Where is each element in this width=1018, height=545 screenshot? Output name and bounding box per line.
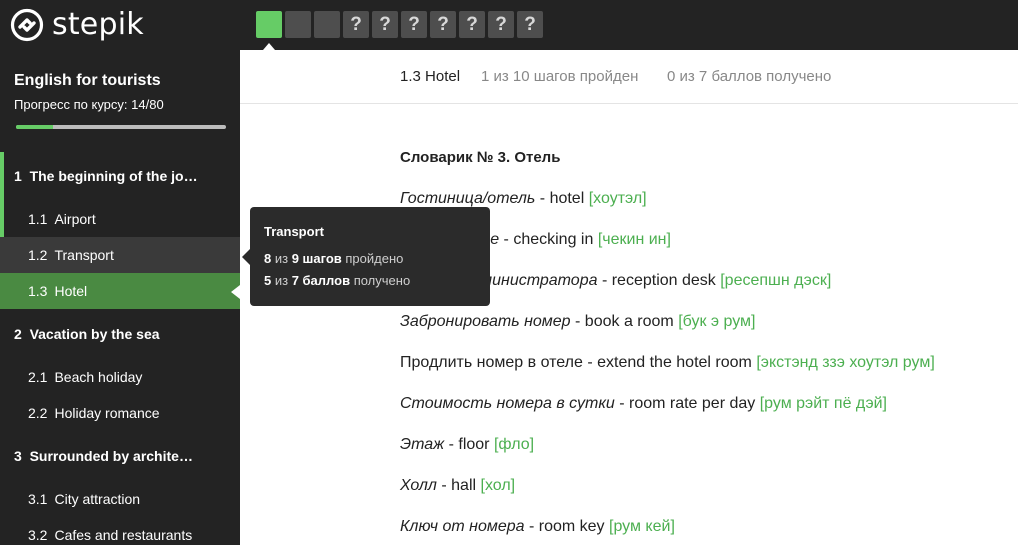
step-10-quiz[interactable]: ? <box>517 11 543 38</box>
step-7-quiz[interactable]: ? <box>430 11 456 38</box>
step-8-quiz[interactable]: ? <box>459 11 485 38</box>
transcription: [бук э рум] <box>678 313 756 330</box>
transcription: [фло] <box>493 436 535 453</box>
vocabulary-item: Холл - hall [хол] <box>400 476 1000 517</box>
course-progress-bar <box>16 125 226 129</box>
english-term: - hall <box>436 477 481 494</box>
transcription: [ресепшн дэск] <box>720 272 832 289</box>
step-2[interactable] <box>285 11 311 38</box>
lesson-transport[interactable]: 1.2 Transport <box>0 237 240 273</box>
vocabulary-item: Забронировать номер - book a room [бук э… <box>400 312 1000 353</box>
english-term: - reception desk <box>597 272 721 289</box>
tooltip-steps: 8 из 9 шагов пройдено <box>264 251 404 266</box>
lesson-beach-holiday[interactable]: 2.1 Beach holiday <box>0 359 240 395</box>
transcription: [чекин ин] <box>597 231 671 248</box>
step-3[interactable] <box>314 11 340 38</box>
lesson-cafes-and-restaurants[interactable]: 3.2 Cafes and restaurants <box>0 517 240 545</box>
russian-term: Продлить номер в отеле <box>400 354 583 371</box>
tooltip-title: Transport <box>264 224 324 239</box>
lesson-header: 1.3 Hotel 1 из 10 шагов пройден 0 из 7 б… <box>240 50 1018 104</box>
russian-term: Забронировать номер <box>400 313 571 330</box>
section-2[interactable]: 2 Vacation by the sea <box>0 326 240 342</box>
russian-term: Гостиница/отель <box>400 190 536 207</box>
step-5-quiz[interactable]: ? <box>372 11 398 38</box>
course-sidebar: English for tourists Прогресс по курсу: … <box>0 50 240 545</box>
question-icon: ? <box>524 13 536 35</box>
lesson-points-status: 0 из 7 баллов получено <box>667 68 832 85</box>
transcription: [экстэнд ззэ хоутэл рум] <box>756 354 935 371</box>
stepik-logo-icon <box>10 8 44 42</box>
brand-name: stepik <box>52 7 144 42</box>
vocabulary-item: Стоимость номера в сутки - room rate per… <box>400 394 1000 435</box>
question-icon: ? <box>495 13 507 35</box>
vocabulary-item: Этаж - floor [фло] <box>400 435 1000 476</box>
tooltip-points: 5 из 7 баллов получено <box>264 273 411 288</box>
transcription: [хоутэл] <box>588 190 647 207</box>
section-1[interactable]: 1 The beginning of the jour… <box>0 168 240 184</box>
step-navigation: ? ? ? ? ? ? ? <box>256 11 543 50</box>
step-1[interactable] <box>256 11 282 50</box>
russian-term: Ключ от номера <box>400 518 525 535</box>
transcription: [рум кей] <box>609 518 675 535</box>
step-content: Словарик № 3. Отель Гостиница/отель - ho… <box>400 148 1000 545</box>
vocabulary-item: Гостиница/отель - hotel [хоутэл] <box>400 189 1000 230</box>
english-term: - room key <box>524 518 609 535</box>
english-term: - book a room <box>570 313 679 330</box>
step-9-quiz[interactable]: ? <box>488 11 514 38</box>
vocabulary-list: Гостиница/отель - hotel [хоутэл]Оформлен… <box>400 189 1000 545</box>
question-icon: ? <box>350 13 362 35</box>
transcription: [рум рэйт пё дэй] <box>759 395 887 412</box>
vocabulary-item: Оформление - checking in [чекин ин] <box>400 230 1000 271</box>
question-icon: ? <box>466 13 478 35</box>
vocabulary-title: Словарик № 3. Отель <box>400 149 561 166</box>
lesson-city-attraction[interactable]: 3.1 City attraction <box>0 481 240 517</box>
vocabulary-item: Стойка администратора - reception desk [… <box>400 271 1000 312</box>
lesson-name: 1.3 Hotel <box>400 68 461 85</box>
step-4-quiz[interactable]: ? <box>343 11 369 38</box>
vocabulary-item: Ключ от номера - room key [рум кей] <box>400 517 1000 545</box>
russian-term: Этаж <box>400 436 445 453</box>
russian-term: Стоимость номера в сутки <box>400 395 615 412</box>
question-icon: ? <box>379 13 391 35</box>
stepik-logo[interactable]: stepik <box>10 6 144 44</box>
top-bar: stepik ? ? ? ? ? ? ? <box>0 0 1018 50</box>
question-icon: ? <box>437 13 449 35</box>
vocabulary-item: Продлить номер в отеле - extend the hote… <box>400 353 1000 394</box>
course-progress-fill <box>16 125 53 129</box>
question-icon: ? <box>408 13 420 35</box>
lesson-steps-status: 1 из 10 шагов пройден <box>481 68 639 85</box>
step-6-quiz[interactable]: ? <box>401 11 427 38</box>
transcription: [хол] <box>480 477 516 494</box>
english-term: - floor <box>444 436 494 453</box>
lesson-hotel[interactable]: 1.3 Hotel <box>0 273 240 309</box>
section-3[interactable]: 3 Surrounded by architectur… <box>0 448 240 464</box>
lesson-airport[interactable]: 1.1 Airport <box>0 201 240 237</box>
english-term: - extend the hotel room <box>582 354 757 371</box>
russian-term: Холл <box>400 477 437 494</box>
english-term: - checking in <box>499 231 598 248</box>
lesson-holiday-romance[interactable]: 2.2 Holiday romance <box>0 395 240 431</box>
course-title[interactable]: English for tourists <box>14 72 161 90</box>
course-progress-label: Прогресс по курсу: 14/80 <box>14 97 164 112</box>
english-term: - room rate per day <box>614 395 760 412</box>
english-term: - hotel <box>535 190 589 207</box>
lesson-tooltip: Transport 8 из 9 шагов пройдено 5 из 7 б… <box>242 207 490 306</box>
